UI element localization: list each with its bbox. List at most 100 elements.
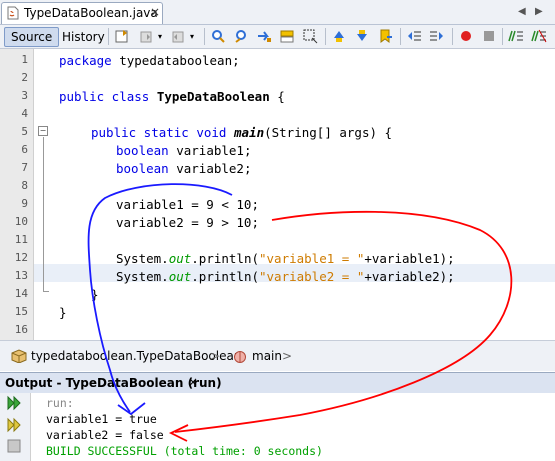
line-number: 15 [14, 305, 28, 318]
code-line-15: } [59, 305, 67, 320]
output-line: variable1 = true [46, 412, 157, 426]
toolbar-separator [502, 28, 503, 45]
line-number: 14 [14, 287, 28, 300]
string-literal: "variable1 = " [259, 251, 365, 266]
code-text: System. [116, 251, 169, 266]
rerun-icon[interactable] [6, 395, 22, 411]
code-line-3: public class TypeDataBoolean { [59, 89, 285, 104]
uncomment-icon[interactable] [531, 28, 547, 44]
line-number: 1 [21, 53, 28, 66]
find-next-icon[interactable] [256, 28, 272, 44]
toolbar-separator [108, 28, 109, 45]
code-text: +variable1); [364, 251, 455, 266]
toggle-rectangular-selection-icon[interactable] [302, 28, 318, 44]
tab-scroll-left-icon[interactable]: ◀ [518, 6, 526, 17]
stop-run-icon[interactable] [7, 439, 21, 453]
toolbar-separator [325, 28, 326, 45]
editor-tab[interactable]: TypeDataBoolean.java × [1, 2, 163, 24]
forward-dropdown-icon[interactable]: ▾ [187, 27, 197, 47]
line-number: 3 [21, 89, 28, 102]
code-text: { [269, 89, 285, 104]
prev-bookmark-icon[interactable] [331, 28, 347, 44]
output-pane: run: variable1 = true variable2 = false … [0, 393, 555, 461]
toggle-highlight-icon[interactable] [279, 28, 295, 44]
field-name: out [168, 269, 192, 284]
code-text: +variable2); [364, 269, 455, 284]
code-line-5: public static void main(String[] args) { [91, 125, 392, 140]
code-text: System. [116, 269, 169, 284]
rerun-with-args-icon[interactable] [6, 417, 22, 433]
code-text: .println( [191, 251, 259, 266]
line-number: 9 [21, 197, 28, 210]
package-icon [11, 349, 27, 363]
line-number: 4 [21, 107, 28, 120]
output-line-build-status: BUILD SUCCESSFUL (total time: 0 seconds) [46, 444, 323, 458]
line-number: 2 [21, 71, 28, 84]
shift-right-icon[interactable] [429, 28, 445, 44]
source-button[interactable]: Source [4, 27, 60, 47]
code-editor[interactable]: 1 2 3 4 5 6 7 8 9 10 11 12 13 14 15 16 −… [0, 49, 555, 340]
find-prev-icon[interactable] [233, 28, 249, 44]
output-line-run: run: [46, 396, 74, 410]
code-text: (String[] args) { [264, 125, 393, 140]
code-text: variable2; [168, 161, 252, 176]
keyword: public static void [91, 125, 227, 140]
line-number: 16 [14, 323, 28, 336]
next-bookmark-icon[interactable] [354, 28, 370, 44]
fold-guide-end [43, 291, 49, 292]
tab-close-button[interactable]: × [150, 5, 160, 19]
class-name: TypeDataBoolean [156, 89, 270, 104]
breadcrumb-method[interactable]: main [252, 349, 282, 363]
tab-scroll-right-icon[interactable]: ▶ [535, 6, 543, 17]
keyword: public class [59, 89, 150, 104]
find-selection-icon[interactable] [210, 28, 226, 44]
code-line-9: variable1 = 9 < 10; [116, 197, 259, 212]
back-dropdown-icon[interactable]: ▾ [155, 27, 165, 47]
toolbar-separator [400, 28, 401, 45]
line-number: 12 [14, 251, 28, 264]
forward-icon[interactable] [170, 28, 186, 44]
line-number: 10 [14, 215, 28, 228]
method-icon [234, 351, 246, 363]
keyword: package [59, 53, 112, 68]
history-button[interactable]: History [55, 27, 112, 47]
line-number: 6 [21, 143, 28, 156]
breadcrumb-chevron-icon: > [210, 349, 221, 363]
toolbar-separator [204, 28, 205, 45]
keyword: boolean [116, 143, 169, 158]
java-file-icon [7, 6, 19, 20]
output-close-button[interactable]: × [188, 375, 198, 389]
fold-collapse-icon[interactable]: − [38, 126, 48, 136]
line-number: 13 [14, 269, 28, 282]
editor-tab-label: TypeDataBoolean.java [24, 6, 158, 20]
toolbar-separator [452, 28, 453, 45]
code-line-1: package typedataboolean; [59, 53, 240, 68]
code-line-12: System.out.println("variable1 = "+variab… [116, 251, 455, 266]
output-action-bar [0, 393, 31, 461]
code-line-13: System.out.println("variable2 = "+variab… [116, 269, 455, 284]
method-name: main [234, 125, 265, 140]
line-number: 7 [21, 161, 28, 174]
code-text: typedataboolean; [111, 53, 240, 68]
field-name: out [168, 251, 192, 266]
breadcrumb: typedataboolean.TypeDataBoolean > main > [0, 340, 555, 371]
code-line-10: variable2 = 9 > 10; [116, 215, 259, 230]
breadcrumb-chevron-icon: > [282, 349, 293, 363]
line-number: 5 [21, 125, 28, 138]
string-literal: "variable2 = " [259, 269, 365, 284]
code-line-7: boolean variable2; [116, 161, 251, 176]
code-text: .println( [191, 269, 259, 284]
comment-icon[interactable] [508, 28, 524, 44]
code-line-14: } [91, 287, 99, 302]
stop-macro-icon[interactable] [481, 28, 497, 44]
toggle-bookmark-icon[interactable] [377, 28, 393, 44]
last-edit-icon[interactable] [114, 28, 130, 44]
line-number: 8 [21, 179, 28, 192]
shift-left-icon[interactable] [406, 28, 422, 44]
back-icon[interactable] [138, 28, 154, 44]
code-line-6: boolean variable1; [116, 143, 251, 158]
record-macro-icon[interactable] [458, 28, 474, 44]
output-window-header: Output - TypeDataBoolean (run) × [0, 372, 555, 394]
fold-guide [43, 137, 44, 292]
editor-toolbar: Source History ▾ ▾ [0, 25, 555, 49]
